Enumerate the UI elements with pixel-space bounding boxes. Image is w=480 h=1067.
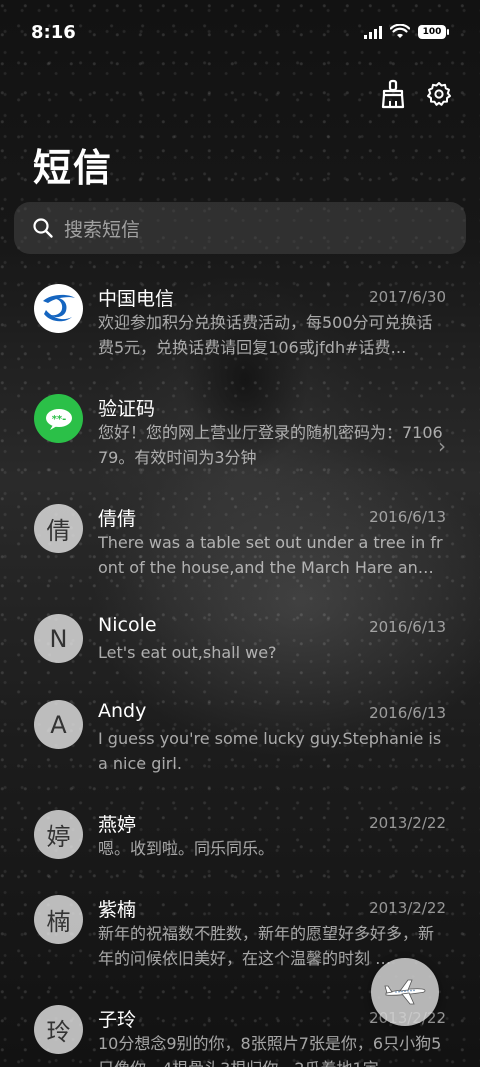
conversation-item[interactable]: **- 验证码 您好！您的网上营业厅登录的随机密码为：710679。有效时间为3… — [0, 382, 480, 492]
svg-text:**-: **- — [51, 414, 66, 425]
conversation-item[interactable]: 中国电信 2017/6/30 欢迎参加积分兑换话费活动，每500分可兑换话费5元… — [0, 272, 480, 382]
conversation-date: 2016/6/13 — [369, 508, 446, 526]
broom-icon — [381, 79, 405, 109]
china-telecom-logo-icon — [34, 284, 83, 333]
conversation-date: 2013/2/22 — [369, 814, 446, 832]
airplane-icon — [384, 979, 426, 1005]
search-input[interactable]: 搜索短信 — [64, 215, 140, 242]
message-bubble-icon: **- — [45, 408, 72, 430]
conversation-item[interactable]: A Andy 2016/6/13 I guess you're some luc… — [0, 688, 480, 798]
avatar: 婷 — [34, 810, 83, 859]
conversation-name: 子玲 — [98, 1009, 137, 1031]
status-icons: 100 — [364, 24, 449, 40]
avatar: 倩 — [34, 504, 83, 553]
airplane-fab-button[interactable] — [371, 958, 439, 1026]
conversation-name: 燕婷 — [98, 814, 137, 836]
avatar: 楠 — [34, 895, 83, 944]
conversation-preview: 您好！您的网上营业厅登录的随机密码为：710679。有效时间为3分钟 — [98, 423, 443, 467]
conversation-preview: 欢迎参加积分兑换话费活动，每500分可兑换话费5元，兑换话费请回复106或jfd… — [98, 313, 433, 357]
conversation-preview: There was a table set out under a tree i… — [98, 533, 443, 577]
conversation-item[interactable]: 婷 燕婷 2013/2/22 嗯。收到啦。同乐同乐。 — [0, 798, 480, 883]
conversation-preview: Let's eat out,shall we? — [98, 643, 277, 662]
status-time: 8:16 — [31, 22, 76, 43]
page-title: 短信 — [33, 146, 114, 190]
conversation-name: 倩倩 — [98, 508, 137, 530]
conversation-name: 紫楠 — [98, 899, 137, 921]
avatar: A — [34, 700, 83, 749]
conversation-date: 2016/6/13 — [369, 618, 446, 636]
conversation-name: Andy — [98, 700, 147, 722]
clean-button[interactable] — [379, 78, 407, 110]
china-telecom-logo-avatar — [34, 284, 83, 333]
conversation-preview: I guess you're some lucky guy.Stephanie … — [98, 729, 442, 773]
gear-icon — [427, 82, 451, 106]
status-bar: 8:16 100 — [0, 0, 480, 64]
search-icon — [33, 218, 53, 238]
conversation-item[interactable]: 倩 倩倩 2016/6/13 There was a table set out… — [0, 492, 480, 602]
conversation-name: 验证码 — [98, 398, 156, 420]
conversation-preview: 10分想念9别的你，8张照片7张是你，6只小狗5只像你，4根骨头3根归你，2瓜着… — [98, 1034, 442, 1067]
conversation-date: 2016/6/13 — [369, 704, 446, 722]
battery-icon: 100 — [418, 25, 449, 39]
verification-code-avatar: **- — [34, 394, 83, 443]
chevron-right-icon: › — [438, 434, 446, 458]
signal-icon — [364, 25, 382, 39]
settings-button[interactable] — [425, 78, 453, 110]
search-bar[interactable]: 搜索短信 — [14, 202, 466, 254]
toolbar — [379, 78, 453, 110]
conversation-name: Nicole — [98, 614, 157, 636]
avatar: N — [34, 614, 83, 663]
conversation-item[interactable]: N Nicole 2016/6/13 Let's eat out,shall w… — [0, 602, 480, 688]
conversation-date: 2013/2/22 — [369, 899, 446, 917]
wifi-icon — [390, 24, 410, 38]
conversation-preview: 嗯。收到啦。同乐同乐。 — [98, 839, 275, 858]
conversation-list: 中国电信 2017/6/30 欢迎参加积分兑换话费活动，每500分可兑换话费5元… — [0, 272, 480, 1067]
conversation-name: 中国电信 — [98, 288, 175, 310]
avatar: 玲 — [34, 1005, 83, 1054]
conversation-date: 2017/6/30 — [369, 288, 446, 306]
